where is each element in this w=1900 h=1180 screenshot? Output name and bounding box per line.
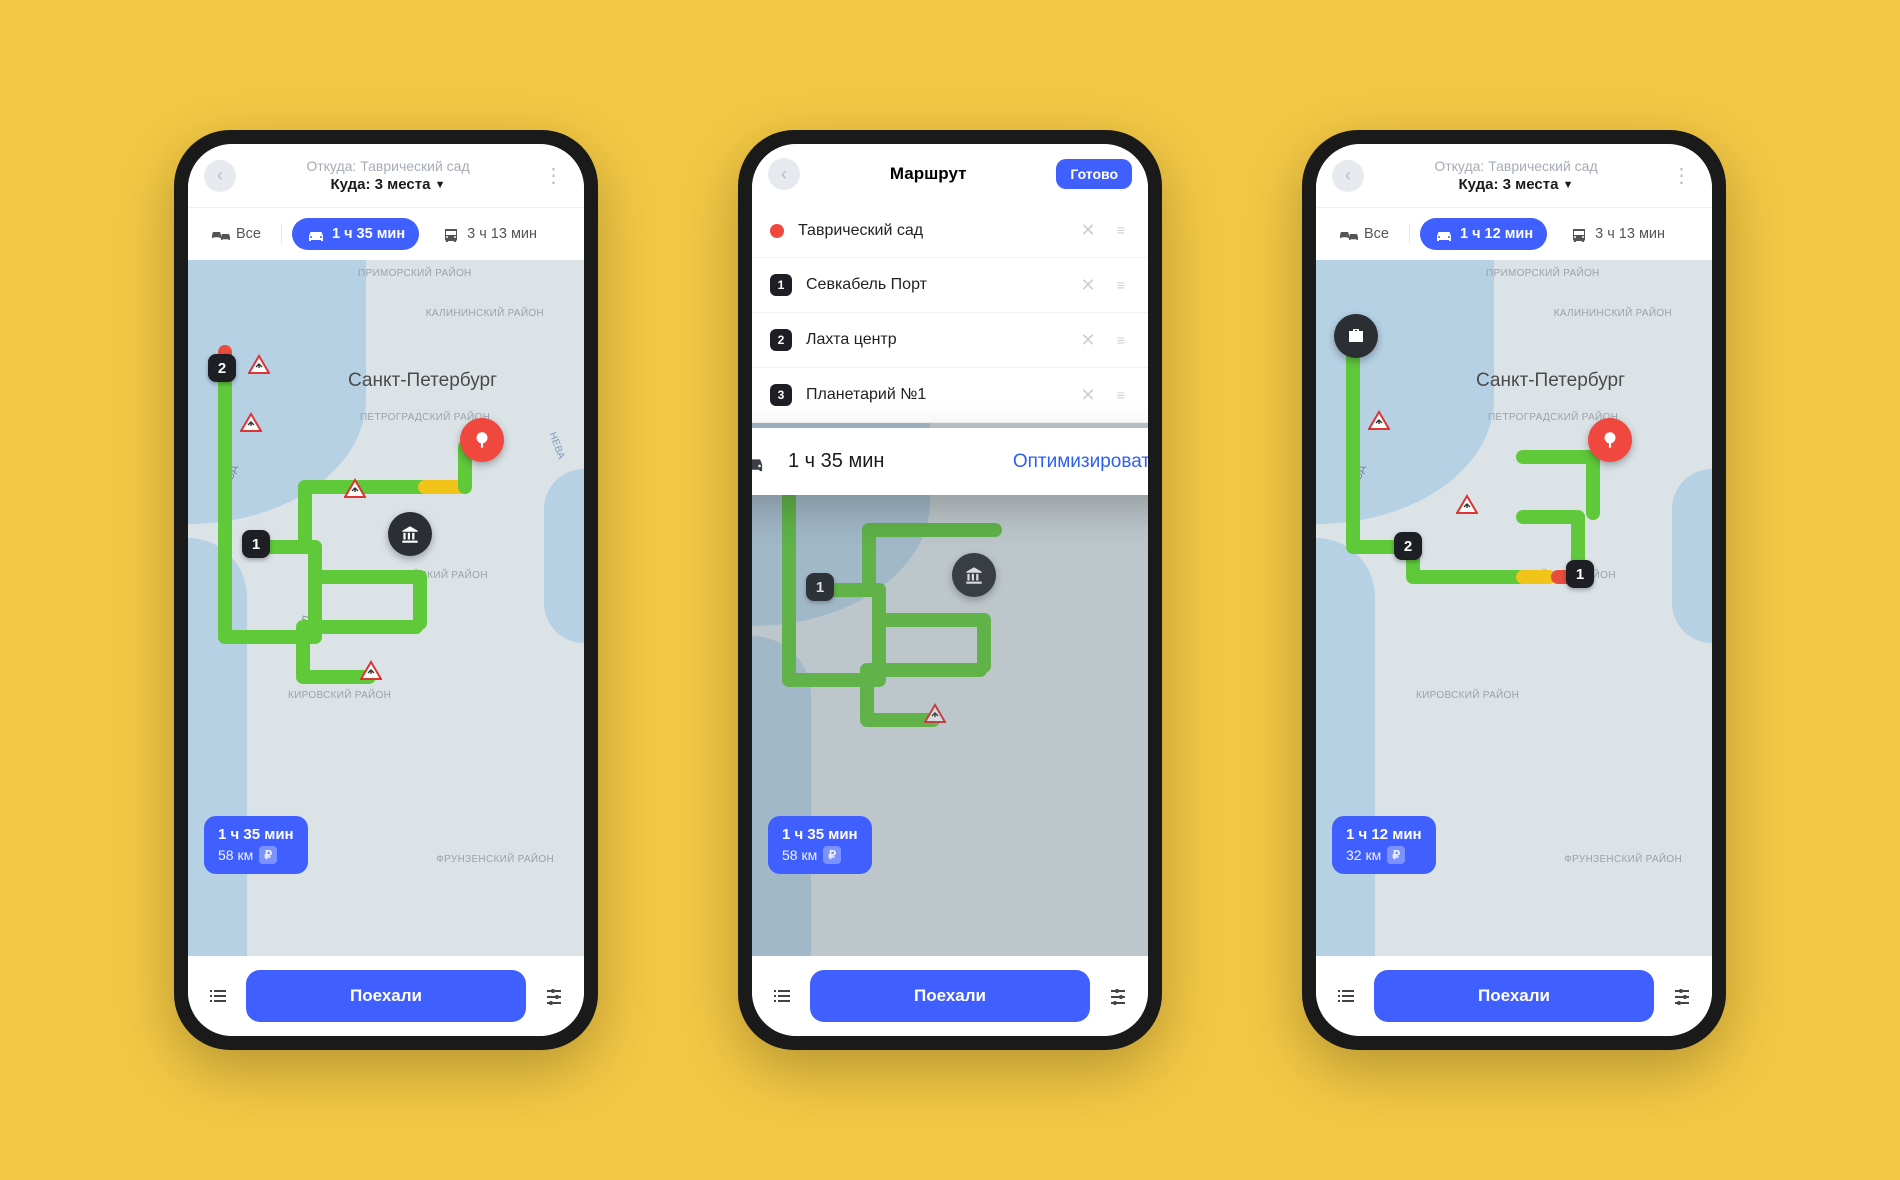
district-label: ФРУНЗЕНСКИЙ РАЙОН (436, 854, 554, 866)
waypoint-badge: 3 (770, 384, 792, 406)
waypoint-item[interactable]: Таврический сад ✕ ≡ (752, 204, 1148, 258)
back-button[interactable]: ‹ (204, 160, 236, 192)
waypoint-1[interactable]: 1 (242, 530, 270, 558)
district-label: КИРОВСКИЙ РАЙОН (1416, 690, 1519, 702)
from-label: Откуда: Таврический сад (1364, 158, 1668, 174)
remove-icon[interactable]: ✕ (1078, 330, 1098, 351)
transport-tabs: Все 1 ч 12 мин 3 ч 13 мин (1316, 207, 1712, 260)
route-editor-header: ‹ Маршрут Готово (752, 144, 1148, 204)
estimate-time: 1 ч 35 мин (788, 450, 997, 473)
poi-work-icon[interactable] (1334, 314, 1378, 358)
footer-bar: Поехали (188, 956, 584, 1036)
waypoint-badge: 1 (770, 274, 792, 296)
waypoints-list: Таврический сад ✕ ≡ 1 Севкабель Порт ✕ ≡… (752, 204, 1148, 423)
remove-icon[interactable]: ✕ (1078, 385, 1098, 406)
waypoint-item[interactable]: 1 Севкабель Порт ✕ ≡ (752, 258, 1148, 313)
district-label: КИРОВСКИЙ РАЙОН (288, 690, 391, 702)
back-button[interactable]: ‹ (768, 158, 800, 190)
phone-2: ‹ Маршрут Готово Таврический сад ✕ ≡ 1 С… (738, 130, 1162, 1050)
tab-bus[interactable]: 3 ч 13 мин (1555, 218, 1679, 250)
tab-bus[interactable]: 3 ч 13 мин (427, 218, 551, 250)
remove-icon[interactable]: ✕ (1078, 275, 1098, 296)
go-button[interactable]: Поехали (810, 970, 1090, 1022)
paid-badge: ₽ (259, 846, 277, 864)
more-button[interactable]: ⋮ (540, 163, 568, 188)
steps-icon[interactable] (768, 985, 796, 1007)
optimize-button[interactable]: Оптимизировать (1013, 451, 1148, 473)
steps-icon[interactable] (204, 985, 232, 1007)
drag-handle-icon[interactable]: ≡ (1112, 336, 1130, 344)
back-button[interactable]: ‹ (1332, 160, 1364, 192)
footer-bar: Поехали (752, 956, 1148, 1036)
drag-handle-icon[interactable]: ≡ (1112, 391, 1130, 399)
route-summary[interactable]: 1 ч 12 мин 32 км₽ (1332, 816, 1436, 874)
tab-all[interactable]: Все (200, 218, 271, 250)
map-area[interactable]: ПРИМОРСКИЙ РАЙОН КАЛИНИНСКИЙ РАЙОН ПЕТРО… (188, 260, 584, 956)
to-label[interactable]: Куда: 3 места ▼ (1364, 176, 1668, 193)
go-button[interactable]: Поехали (246, 970, 526, 1022)
paid-badge: ₽ (823, 846, 841, 864)
district-label: КАЛИНИНСКИЙ РАЙОН (426, 308, 544, 320)
city-label: Санкт-Петербург (348, 370, 497, 392)
waypoint-badge: 2 (770, 329, 792, 351)
from-label: Откуда: Таврический сад (236, 158, 540, 174)
waypoint-2[interactable]: 2 (1394, 532, 1422, 560)
optimize-popup: 1 ч 35 мин Оптимизировать (752, 428, 1148, 495)
phone-3: ‹ Откуда: Таврический сад Куда: 3 места … (1302, 130, 1726, 1050)
settings-icon[interactable] (1668, 985, 1696, 1007)
more-button[interactable]: ⋮ (1668, 163, 1696, 188)
poi-museum-icon[interactable] (952, 553, 996, 597)
tab-all[interactable]: Все (1328, 218, 1399, 250)
river-label: Нева (546, 431, 567, 462)
footer-bar: Поехали (1316, 956, 1712, 1036)
map-area[interactable]: ПРИМОРСКИЙ РАЙОН КАЛИНИНСКИЙ РАЙОН ПЕТРО… (1316, 260, 1712, 956)
steps-icon[interactable] (1332, 985, 1360, 1007)
route-summary[interactable]: 1 ч 35 мин 58 км₽ (204, 816, 308, 874)
transport-tabs: Все 1 ч 35 мин 3 ч 13 мин (188, 207, 584, 260)
drag-handle-icon[interactable]: ≡ (1112, 281, 1130, 289)
map-area[interactable]: 1 1 ч 35 мин 58 км₽ (752, 423, 1148, 956)
settings-icon[interactable] (540, 985, 568, 1007)
poi-park-icon[interactable] (1588, 418, 1632, 462)
route-summary[interactable]: 1 ч 35 мин 58 км₽ (768, 816, 872, 874)
hazard-icon (248, 354, 270, 376)
paid-badge: ₽ (1387, 846, 1405, 864)
done-button[interactable]: Готово (1056, 159, 1132, 189)
district-label: КАЛИНИНСКИЙ РАЙОН (1554, 308, 1672, 320)
hazard-icon (360, 660, 382, 682)
phone-1: ‹ Откуда: Таврический сад Куда: 3 места … (174, 130, 598, 1050)
waypoint-2[interactable]: 2 (208, 354, 236, 382)
hazard-icon (1456, 494, 1478, 516)
route-header: ‹ Откуда: Таврический сад Куда: 3 места … (1316, 144, 1712, 207)
page-title: Маршрут (800, 164, 1056, 184)
hazard-icon (344, 478, 366, 500)
tab-car[interactable]: 1 ч 12 мин (1420, 218, 1547, 250)
to-label[interactable]: Куда: 3 места ▼ (236, 176, 540, 193)
tab-car[interactable]: 1 ч 35 мин (292, 218, 419, 250)
poi-park-icon[interactable] (460, 418, 504, 462)
district-label: ПРИМОРСКИЙ РАЙОН (358, 268, 472, 280)
origin-dot-icon (770, 224, 784, 238)
district-label: ПРИМОРСКИЙ РАЙОН (1486, 268, 1600, 280)
hazard-icon (240, 412, 262, 434)
drag-handle-icon[interactable]: ≡ (1112, 226, 1130, 234)
hazard-icon (924, 703, 946, 725)
route-header: ‹ Откуда: Таврический сад Куда: 3 места … (188, 144, 584, 207)
district-label: ФРУНЗЕНСКИЙ РАЙОН (1564, 854, 1682, 866)
remove-icon[interactable]: ✕ (1078, 220, 1098, 241)
car-icon (752, 451, 766, 473)
city-label: Санкт-Петербург (1476, 370, 1625, 392)
waypoint-1[interactable]: 1 (806, 573, 834, 601)
settings-icon[interactable] (1104, 985, 1132, 1007)
hazard-icon (1368, 410, 1390, 432)
waypoint-1[interactable]: 1 (1566, 560, 1594, 588)
poi-museum-icon[interactable] (388, 512, 432, 556)
waypoint-item[interactable]: 3 Планетарий №1 ✕ ≡ (752, 368, 1148, 423)
waypoint-item[interactable]: 2 Лахта центр ✕ ≡ (752, 313, 1148, 368)
go-button[interactable]: Поехали (1374, 970, 1654, 1022)
